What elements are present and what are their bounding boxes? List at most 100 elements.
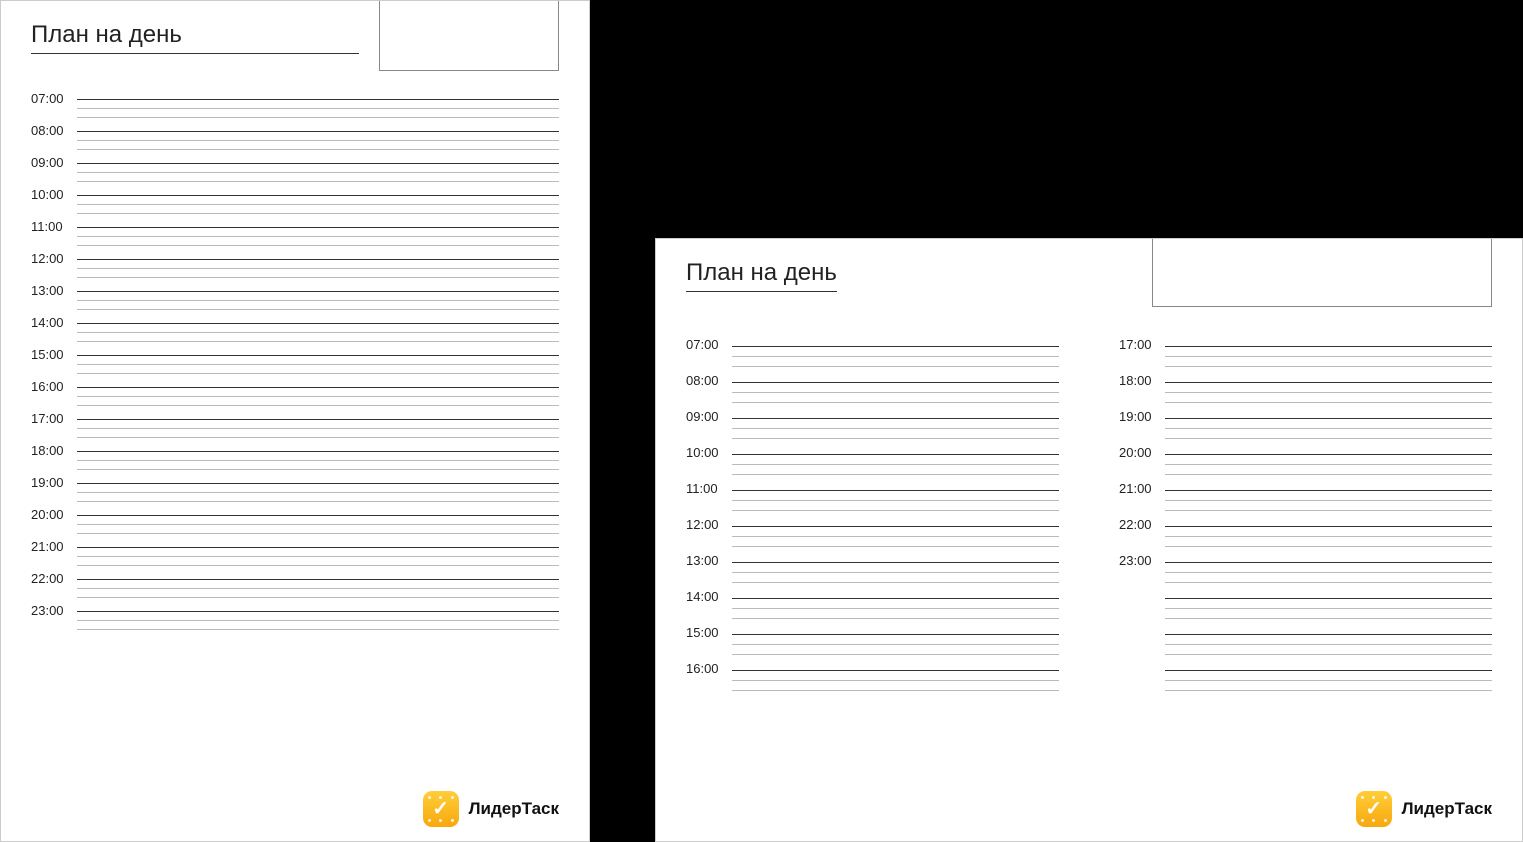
page-title: План на день xyxy=(31,21,359,54)
time-slot: 17:00 xyxy=(1119,335,1492,367)
time-slot: 20:00 xyxy=(31,505,559,534)
time-label: 17:00 xyxy=(31,409,77,426)
writing-lines[interactable] xyxy=(732,371,1059,403)
writing-lines[interactable] xyxy=(77,441,559,470)
time-label: 18:00 xyxy=(1119,371,1165,388)
writing-lines[interactable] xyxy=(1165,335,1492,367)
time-slot: 12:00 xyxy=(31,249,559,278)
time-label: 16:00 xyxy=(686,659,732,676)
writing-lines[interactable] xyxy=(77,249,559,278)
writing-lines[interactable] xyxy=(77,313,559,342)
time-label: 21:00 xyxy=(31,537,77,554)
writing-lines[interactable] xyxy=(77,89,559,118)
writing-lines[interactable] xyxy=(732,407,1059,439)
date-box[interactable] xyxy=(1152,239,1492,307)
time-slot: 10:00 xyxy=(31,185,559,214)
writing-lines[interactable] xyxy=(1165,407,1492,439)
writing-lines[interactable] xyxy=(77,569,559,598)
writing-lines[interactable] xyxy=(77,505,559,534)
writing-lines[interactable] xyxy=(732,515,1059,547)
writing-lines[interactable] xyxy=(1165,659,1492,691)
writing-lines[interactable] xyxy=(1165,443,1492,475)
time-slot: 16:00 xyxy=(686,659,1059,691)
time-label: 19:00 xyxy=(1119,407,1165,424)
time-slot: 21:00 xyxy=(31,537,559,566)
writing-lines[interactable] xyxy=(732,623,1059,655)
time-label: 11:00 xyxy=(686,479,732,496)
time-slot xyxy=(1119,659,1492,691)
writing-lines[interactable] xyxy=(732,479,1059,511)
writing-lines[interactable] xyxy=(77,473,559,502)
writing-lines[interactable] xyxy=(1165,587,1492,619)
time-slot: 23:00 xyxy=(1119,551,1492,583)
time-label xyxy=(1119,659,1165,661)
writing-lines[interactable] xyxy=(77,153,559,182)
writing-lines[interactable] xyxy=(732,659,1059,691)
writing-lines[interactable] xyxy=(1165,551,1492,583)
time-label: 12:00 xyxy=(31,249,77,266)
writing-lines[interactable] xyxy=(77,537,559,566)
writing-lines[interactable] xyxy=(732,551,1059,583)
time-label: 12:00 xyxy=(686,515,732,532)
time-slot xyxy=(1119,623,1492,655)
time-slot: 08:00 xyxy=(686,371,1059,403)
time-label: 10:00 xyxy=(31,185,77,202)
writing-lines[interactable] xyxy=(77,409,559,438)
date-box[interactable] xyxy=(379,1,559,71)
time-label: 14:00 xyxy=(31,313,77,330)
time-slot: 18:00 xyxy=(1119,371,1492,403)
writing-lines[interactable] xyxy=(1165,479,1492,511)
writing-lines[interactable] xyxy=(1165,371,1492,403)
page-header: План на день xyxy=(31,21,559,71)
time-label: 08:00 xyxy=(31,121,77,138)
time-label: 07:00 xyxy=(31,89,77,106)
time-label: 13:00 xyxy=(686,551,732,568)
time-label: 10:00 xyxy=(686,443,732,460)
time-slot: 22:00 xyxy=(1119,515,1492,547)
writing-lines[interactable] xyxy=(77,281,559,310)
writing-lines[interactable] xyxy=(77,185,559,214)
time-label: 23:00 xyxy=(31,601,77,618)
time-slot: 10:00 xyxy=(686,443,1059,475)
writing-lines[interactable] xyxy=(77,217,559,246)
writing-lines[interactable] xyxy=(732,587,1059,619)
writing-lines[interactable] xyxy=(77,601,559,630)
time-label: 17:00 xyxy=(1119,335,1165,352)
time-slot: 13:00 xyxy=(686,551,1059,583)
page-title: План на день xyxy=(686,259,837,292)
time-label: 20:00 xyxy=(31,505,77,522)
time-label: 14:00 xyxy=(686,587,732,604)
time-slot: 11:00 xyxy=(31,217,559,246)
time-slot: 09:00 xyxy=(686,407,1059,439)
time-label: 23:00 xyxy=(1119,551,1165,568)
time-label: 09:00 xyxy=(31,153,77,170)
writing-lines[interactable] xyxy=(732,335,1059,367)
schedule-single-column: 07:00 08:00 09:00 10:00 11:00 12:00 13:00 14:00… xyxy=(31,89,559,630)
writing-lines[interactable] xyxy=(77,121,559,150)
time-slot: 20:00 xyxy=(1119,443,1492,475)
time-slot: 19:00 xyxy=(1119,407,1492,439)
time-slot: 11:00 xyxy=(686,479,1059,511)
time-label xyxy=(1119,623,1165,625)
time-label: 13:00 xyxy=(31,281,77,298)
writing-lines[interactable] xyxy=(77,377,559,406)
time-label: 08:00 xyxy=(686,371,732,388)
writing-lines[interactable] xyxy=(1165,515,1492,547)
time-label: 22:00 xyxy=(31,569,77,586)
time-slot: 15:00 xyxy=(31,345,559,374)
time-slot xyxy=(1119,587,1492,619)
time-label: 16:00 xyxy=(31,377,77,394)
time-label: 07:00 xyxy=(686,335,732,352)
time-slot: 12:00 xyxy=(686,515,1059,547)
writing-lines[interactable] xyxy=(1165,623,1492,655)
time-slot: 15:00 xyxy=(686,623,1059,655)
planner-page-portrait: План на день 07:00 08:00 09:00 10:00 11:00 12… xyxy=(0,0,590,842)
schedule-column-2: 17:0018:0019:0020:0021:0022:0023:00 xyxy=(1119,335,1492,695)
writing-lines[interactable] xyxy=(732,443,1059,475)
time-label: 15:00 xyxy=(686,623,732,640)
writing-lines[interactable] xyxy=(77,345,559,374)
time-slot: 08:00 xyxy=(31,121,559,150)
time-slot: 23:00 xyxy=(31,601,559,630)
time-slot: 18:00 xyxy=(31,441,559,470)
time-slot: 09:00 xyxy=(31,153,559,182)
